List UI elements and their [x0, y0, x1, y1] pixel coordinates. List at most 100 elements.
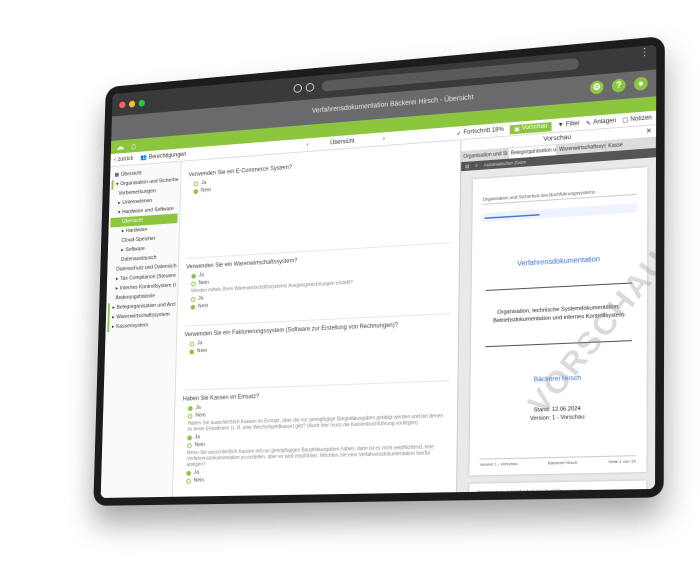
gear-icon[interactable]: ⚙: [590, 80, 604, 95]
search-icon[interactable]: ⌕: [475, 163, 478, 168]
option-label: Ja: [194, 434, 201, 441]
window-controls: [119, 99, 145, 108]
question-ecommerce: Verwenden Sie ein E-Commerce System? Ja …: [186, 146, 453, 259]
radio-selected-icon: [191, 273, 197, 279]
sidebar-item-label: Übersicht: [120, 170, 142, 178]
sidebar-item-label: Datenaustausch: [120, 254, 157, 263]
sidebar-item-label: Kassensystem: [116, 322, 149, 330]
overview-title: Übersicht: [330, 138, 355, 146]
radio-icon: [190, 296, 196, 302]
footer-left: Version 1 - Vorschau: [479, 460, 518, 467]
permissions-button[interactable]: 👥 Berechtigungen: [140, 151, 186, 161]
users-icon: 👥: [140, 154, 148, 162]
screen: ⋮ Verfahrensdokumentation Bäckerei Hirsc…: [100, 44, 657, 498]
radio-icon: [191, 281, 196, 287]
question-warenwirtschaft: Verwenden Sie ein Warenwirtschaftssystem…: [184, 243, 452, 327]
preview-toggle[interactable]: ▣ Vorschau: [509, 121, 552, 134]
close-window-icon[interactable]: [119, 100, 126, 108]
progress-indicator[interactable]: ✓ Fortschritt 18%: [456, 126, 504, 137]
prev-page-button[interactable]: ‹: [306, 142, 308, 148]
zoom-select[interactable]: Automatischer Zoom: [484, 159, 526, 167]
chevron-right-icon: ▸: [121, 247, 124, 254]
radio-selected-icon: [189, 348, 195, 355]
chevron-left-icon: ‹: [114, 156, 116, 163]
divider: [485, 282, 633, 291]
chevron-right-icon: ▸: [121, 228, 125, 235]
notes-button[interactable]: ☐ Notizen: [623, 115, 652, 124]
document-icon: ▣: [513, 126, 520, 133]
radio-selected-icon: [186, 470, 192, 476]
more-options-icon[interactable]: ⋮: [639, 46, 650, 58]
preview-pane: Vorschau ✕ Organisation und Sic... Beleg…: [456, 125, 657, 498]
user-icon[interactable]: ●: [633, 76, 648, 91]
sidebar: ▦ Übersicht ▾ Organisation und Sicherheit …: [100, 161, 182, 498]
option-label: Nein: [197, 303, 209, 310]
questionnaire: Verwenden Sie ein E-Commerce System? Ja …: [172, 140, 461, 497]
sidebar-item-label: Hardware: [125, 226, 148, 235]
chevron-right-icon: ▸: [112, 305, 115, 311]
radio-selected-icon: [187, 434, 192, 441]
notes-icon: ☐: [622, 117, 629, 125]
chevron-right-icon: ▸: [115, 285, 119, 292]
chevron-down-icon: ▾: [115, 181, 119, 188]
back-button[interactable]: ‹ zurück: [114, 156, 133, 163]
preview-title: Vorschau: [543, 133, 572, 143]
home-icon[interactable]: [305, 82, 315, 93]
chevron-right-icon: ▸: [118, 200, 121, 207]
grid-icon: ▦: [114, 172, 120, 179]
radio-icon: [193, 180, 199, 187]
laptop-frame: ⋮ Verfahrensdokumentation Bäckerei Hirsc…: [93, 35, 665, 506]
home-icon[interactable]: ⌂: [131, 141, 136, 151]
mockup-stage: ⋮ Verfahrensdokumentation Bäckerei Hirsc…: [0, 0, 700, 571]
cloud-icon[interactable]: ☁: [116, 141, 124, 152]
main-body: ▦ Übersicht ▾ Organisation und Sicherheit …: [100, 125, 657, 498]
progress-label: Fortschritt 18%: [463, 126, 504, 137]
chevron-right-icon: ▸: [111, 324, 115, 331]
option-label: Ja: [196, 340, 203, 347]
sidebar-item-label: Änderungshistorie: [115, 293, 156, 302]
preview-page-2: Organisation und Sicherheit des Buchführ…: [468, 480, 647, 498]
option-label: Ja: [198, 295, 204, 302]
footer-mid: Bäckerei Hirsch: [547, 459, 578, 466]
option-label: Nein: [198, 279, 209, 287]
header-actions: ⚙ ? ●: [590, 76, 648, 95]
option-label: Nein: [196, 347, 208, 355]
page-footer: Version 1 - Vorschau Bäckerei Hirsch Sei…: [479, 455, 636, 467]
attachments-button[interactable]: ✎ Anlagen: [586, 117, 616, 127]
radio-selected-icon: [193, 188, 199, 194]
minimize-window-icon[interactable]: [128, 99, 136, 108]
option-label: Ja: [193, 469, 200, 476]
toc-link[interactable]: ▬▬▬▬▬▬▬▬▬▬▬▬: [482, 203, 637, 223]
chevron-down-icon: ▾: [117, 209, 121, 216]
chevron-right-icon: ▸: [112, 314, 115, 321]
option-label: Nein: [193, 477, 205, 484]
maximize-window-icon[interactable]: [138, 99, 145, 107]
radio-icon: [189, 341, 195, 347]
radio-selected-icon: [190, 304, 196, 310]
search-icon[interactable]: [293, 83, 303, 94]
radio-icon: [187, 442, 192, 448]
filter-button[interactable]: ▼ Filter: [558, 121, 580, 129]
radio-selected-icon: [187, 405, 193, 411]
notes-label: Notizen: [630, 115, 652, 124]
help-icon[interactable]: ?: [611, 78, 626, 93]
option-label: Ja: [198, 272, 205, 279]
close-icon[interactable]: ✕: [646, 125, 652, 138]
footer-right: Seite 1 von 13: [608, 458, 636, 465]
option-label: Nein: [200, 187, 212, 194]
app-title: Verfahrensdokumentation Bäckerei Hirsch …: [311, 94, 474, 115]
option-label: Ja: [195, 404, 201, 411]
watermark: VORSCHAU: [521, 244, 657, 421]
next-page-button[interactable]: ›: [383, 136, 385, 142]
paperclip-icon: ✎: [585, 120, 592, 127]
preview-label: Vorschau: [521, 123, 548, 132]
option-label: Ja: [200, 179, 207, 187]
sidebar-toggle-icon[interactable]: ▤: [465, 163, 469, 169]
sidebar-item-kassensystem[interactable]: ▸ Kassensystem: [107, 319, 175, 333]
page2-header: Organisation und Sicherheit des Buchführ…: [477, 487, 592, 495]
option-label: Nein: [194, 442, 205, 449]
check-icon: ✓: [456, 130, 462, 138]
question-kassen: Haben Sie Kassen im Einsatz? Ja Nein Hab…: [180, 381, 450, 497]
option-label: Nein: [195, 412, 206, 419]
filter-icon: ▼: [557, 122, 564, 129]
